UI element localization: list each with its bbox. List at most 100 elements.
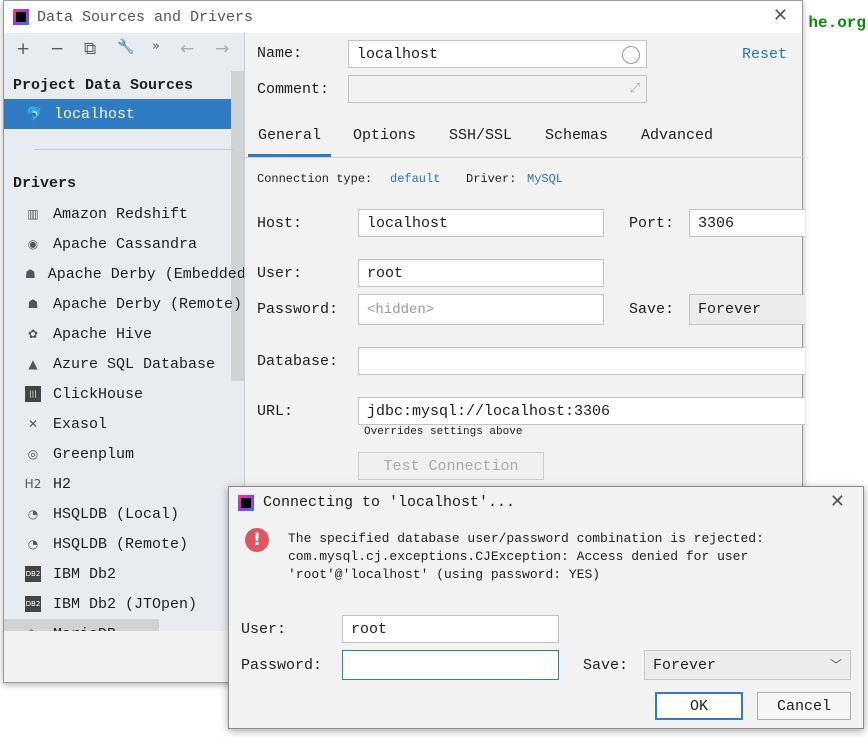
ok-button[interactable]: OK	[655, 692, 743, 720]
driver-icon: ▲	[28, 357, 38, 371]
driver-icon: ◔	[27, 537, 39, 551]
dialog-password-input[interactable]	[342, 650, 559, 680]
driver-item[interactable]: ✎ MariaDB	[4, 619, 159, 631]
driver-item[interactable]: ▲ Azure SQL Database	[4, 349, 244, 379]
tab-advanced[interactable]: Advanced	[641, 127, 713, 157]
close-icon[interactable]: ✕	[773, 5, 788, 26]
driver-label: Apache Cassandra	[53, 235, 198, 253]
driver-label: HSQLDB (Remote)	[53, 535, 189, 553]
user-input[interactable]: root	[358, 259, 604, 287]
driver-icon: ✎	[25, 626, 41, 631]
driver-icon: ☗	[25, 267, 36, 281]
driver-icon: ✿	[27, 327, 39, 341]
database-input[interactable]	[358, 347, 805, 375]
driver-icon: H2	[24, 477, 42, 491]
port-input[interactable]: 3306	[689, 209, 805, 237]
host-label: Host:	[257, 215, 303, 232]
cancel-button[interactable]: Cancel	[757, 692, 851, 720]
connection-type-label: Connection type:	[257, 172, 373, 186]
chevron-down-icon: ﹀	[829, 658, 842, 672]
dialog-close-icon[interactable]: ✕	[830, 491, 845, 512]
tab-general[interactable]: General	[248, 127, 332, 157]
data-source-localhost[interactable]: 🐬 localhost	[4, 99, 231, 129]
dialog-save-value: Forever	[653, 656, 717, 674]
user-label: User:	[257, 265, 303, 282]
password-label: Password:	[257, 301, 339, 318]
sidebar: + − ⧉ 🔧 » ← → Project Data Sources 🐬 loc…	[4, 33, 244, 631]
error-icon: !	[245, 528, 269, 552]
drivers-header: Drivers	[13, 175, 77, 192]
wrench-icon[interactable]: 🔧	[117, 39, 134, 61]
driver-icon: DB2	[25, 566, 41, 582]
driver-item[interactable]: ✕ Exasol	[4, 409, 244, 439]
tab-options[interactable]: Options	[353, 127, 416, 157]
driver-item[interactable]: H2 H2	[4, 469, 244, 499]
name-input[interactable]: localhost	[348, 40, 647, 68]
mysql-icon: 🐬	[26, 106, 43, 122]
connection-type-link[interactable]: default	[390, 172, 440, 186]
dialog-save-label: Save:	[583, 657, 629, 674]
name-value: localhost	[357, 45, 439, 63]
comment-input[interactable]: ⤢	[348, 75, 647, 103]
driver-icon: DB2	[25, 596, 41, 612]
test-connection-button[interactable]: Test Connection	[358, 452, 544, 480]
name-label: Name:	[257, 45, 303, 62]
divider	[34, 149, 234, 150]
data-source-label: localhost	[54, 105, 136, 123]
driver-link[interactable]: MySQL	[527, 172, 563, 186]
port-label: Port:	[629, 215, 675, 232]
driver-icon: ▥	[27, 207, 39, 221]
color-picker-icon[interactable]	[622, 46, 640, 64]
window-title: Data Sources and Drivers	[37, 8, 254, 26]
driver-icon: ◔	[27, 507, 39, 521]
driver-label: IBM Db2	[53, 565, 117, 583]
driver-item[interactable]: ✿ Apache Hive	[4, 319, 244, 349]
save-select[interactable]: Forever	[689, 294, 805, 325]
more-icon[interactable]: »	[152, 39, 160, 61]
driver-label: Apache Derby (Remote)	[53, 295, 243, 313]
intellij-logo-icon	[238, 495, 254, 511]
connecting-dialog: Connecting to 'localhost'... ✕ ! The spe…	[228, 486, 864, 729]
dialog-user-input[interactable]: root	[342, 615, 559, 643]
dialog-title: Connecting to 'localhost'...	[263, 494, 516, 511]
driver-item[interactable]: ▥ Amazon Redshift	[4, 199, 244, 229]
driver-item[interactable]: ◎ Greenplum	[4, 439, 244, 469]
dialog-save-select[interactable]: Forever ﹀	[644, 650, 851, 680]
driver-label: Driver:	[466, 172, 517, 186]
background-text: he.org	[808, 14, 866, 32]
url-input[interactable]: jdbc:mysql://localhost:3306	[358, 397, 805, 425]
reset-link[interactable]: Reset	[742, 46, 787, 63]
save-label: Save:	[629, 301, 675, 318]
tab-sshssl[interactable]: SSH/SSL	[449, 127, 512, 157]
driver-icon: ◉	[27, 237, 39, 251]
driver-item[interactable]: DB2 IBM Db2 (JTOpen)	[4, 589, 244, 619]
expand-icon[interactable]: ⤢	[630, 81, 640, 96]
back-icon[interactable]: ←	[180, 39, 194, 61]
driver-item[interactable]: ◔ HSQLDB (Local)	[4, 499, 244, 529]
driver-item[interactable]: ☗ Apache Derby (Remote)	[4, 289, 244, 319]
intellij-logo-icon	[13, 9, 29, 25]
driver-label: IBM Db2 (JTOpen)	[53, 595, 198, 613]
url-hint: Overrides settings above	[364, 426, 523, 438]
add-icon[interactable]: +	[16, 39, 30, 61]
remove-icon[interactable]: −	[50, 39, 64, 61]
driver-label: Amazon Redshift	[53, 205, 189, 223]
project-data-sources-header: Project Data Sources	[13, 77, 194, 94]
tab-schemas[interactable]: Schemas	[545, 127, 608, 157]
driver-label: HSQLDB (Local)	[53, 505, 180, 523]
driver-label: ClickHouse	[53, 385, 144, 403]
driver-label: MariaDB	[53, 626, 116, 632]
driver-item[interactable]: ◔ HSQLDB (Remote)	[4, 529, 244, 559]
title-bar: Data Sources and Drivers ✕	[4, 1, 802, 33]
copy-icon[interactable]: ⧉	[84, 39, 96, 61]
password-input[interactable]: <hidden>	[358, 294, 604, 325]
driver-icon: ◎	[27, 447, 39, 461]
driver-icon: ☗	[27, 297, 39, 311]
driver-item[interactable]: ◉ Apache Cassandra	[4, 229, 244, 259]
forward-icon[interactable]: →	[215, 39, 229, 61]
host-input[interactable]: localhost	[358, 209, 604, 237]
driver-item[interactable]: ☗ Apache Derby (Embedded)	[4, 259, 244, 289]
driver-item[interactable]: DB2 IBM Db2	[4, 559, 244, 589]
driver-item[interactable]: ||| ClickHouse	[4, 379, 244, 409]
url-label: URL:	[257, 403, 294, 420]
